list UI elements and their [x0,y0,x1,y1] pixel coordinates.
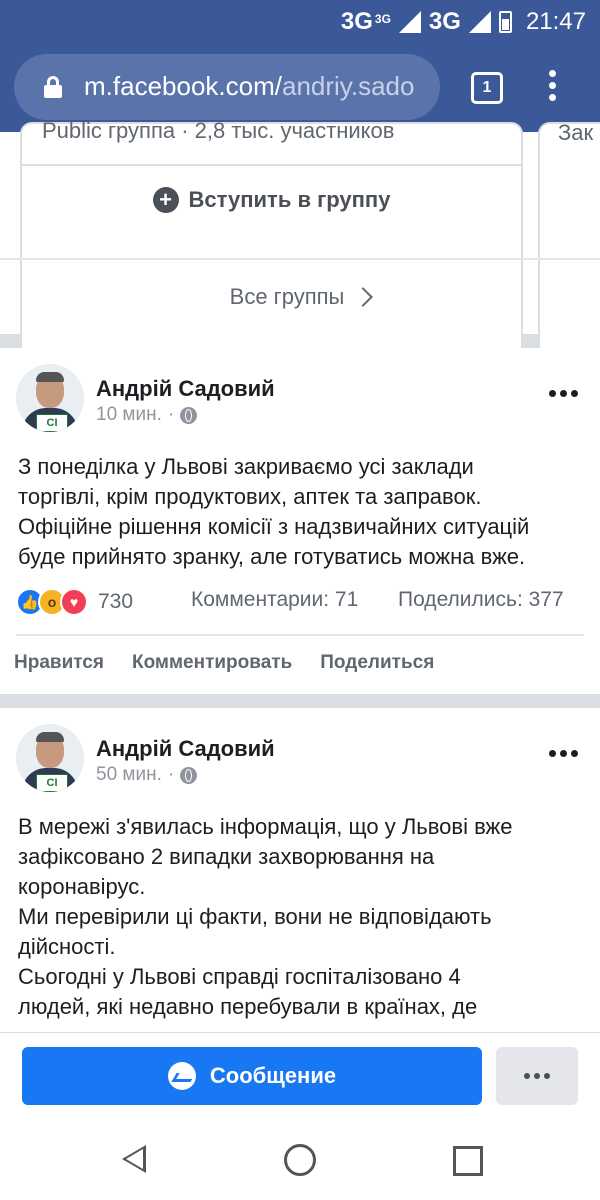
post-author[interactable]: Андрій Садовий [96,376,275,402]
all-groups-label: Все группы [229,284,345,309]
join-group-label: Вступить в группу [188,187,391,212]
chevron-right-icon [353,287,374,307]
home-icon[interactable] [284,1144,316,1176]
like-button[interactable]: Нравится [14,652,104,674]
post-stats: 👍 o ♥ 730 Комментарии: 71 Поделились: 37… [16,588,586,620]
reactions-summary[interactable]: 👍 o ♥ 730 [16,588,133,616]
post-author[interactable]: Андрій Садовий [96,736,275,762]
browser-header: 3G 3G 3G 21:47 m.facebook.com/andriy.sado… [0,0,600,132]
more-actions-button[interactable] [496,1047,578,1105]
post-time[interactable]: 10 мин. [96,404,162,426]
network-indicator-2: 3G [428,8,461,35]
message-label: Сообщение [209,1063,337,1088]
group-card-next[interactable]: Зак [538,122,600,376]
post: СІ Андрій Садовий 10 мин. · З понеділка … [0,348,600,694]
share-button[interactable]: Поделиться [320,652,434,674]
more-options-icon[interactable] [549,750,578,757]
comments-count[interactable]: Комментарии: 71 [191,588,358,612]
post: СІ Андрій Садовий 50 мин. · В мережі з'я… [0,708,600,1038]
recent-apps-icon[interactable] [453,1146,483,1176]
suggested-groups: Public группа · 2,8 тыс. участников + Вс… [0,118,600,376]
post-meta: 10 мин. · [96,404,198,426]
more-options-icon[interactable] [549,390,578,397]
group-meta: Public группа · 2,8 тыс. участников [42,118,395,143]
url-bar[interactable]: m.facebook.com/andriy.sado [14,54,440,120]
message-bar: Сообщение [0,1032,600,1119]
post-actions: Нравится Комментировать Поделиться [14,652,434,674]
avatar[interactable]: СІ [16,724,84,792]
join-group-button[interactable]: + Вступить в группу [22,166,521,234]
signal-icon [468,11,491,33]
group-card-next-peek: Зак [558,122,594,145]
globe-icon [180,766,198,784]
battery-icon [498,11,512,33]
messenger-icon [167,1062,196,1090]
reactions-count: 730 [98,590,134,613]
url-text[interactable]: m.facebook.com/andriy.sado [84,71,429,102]
avatar[interactable]: СІ [16,364,84,432]
divider [16,634,584,636]
post-text: В мережі з'явилась інформація, що у Льво… [18,814,513,1019]
love-icon: ♥ [60,588,88,616]
post-text: З понеділка у Львові закриваємо усі закл… [18,454,530,569]
all-groups-link[interactable]: Все группы [0,272,600,322]
status-clock: 21:47 [525,8,586,35]
shares-count[interactable]: Поделились: 377 [398,588,564,612]
tab-switcher-button[interactable]: 1 [471,72,503,104]
avatar-badge: СІ [36,774,68,792]
message-button[interactable]: Сообщение [22,1047,482,1105]
android-nav-bar [0,1118,600,1200]
browser-menu-icon[interactable] [540,70,564,106]
post-meta: 50 мин. · [96,764,198,786]
comment-button[interactable]: Комментировать [132,652,292,674]
divider [0,258,600,260]
globe-icon [180,406,198,424]
plus-icon: + [152,187,179,213]
lock-icon [44,76,62,98]
status-bar: 3G 3G 3G 21:47 [0,0,600,44]
avatar-badge: СІ [36,414,68,432]
signal-icon [398,11,421,33]
group-card[interactable]: Public группа · 2,8 тыс. участников + Вс… [20,118,523,376]
network-indicator-1: 3G 3G [340,8,391,35]
back-icon[interactable] [122,1145,146,1173]
post-time[interactable]: 50 мин. [96,764,162,786]
